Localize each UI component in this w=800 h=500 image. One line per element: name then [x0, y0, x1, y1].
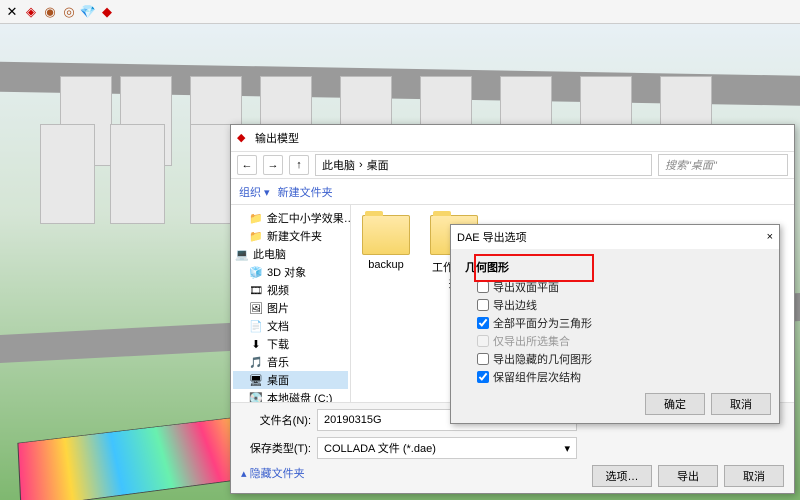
tree-label: 下载: [267, 336, 289, 352]
tree-item[interactable]: 📁 金汇中小学效果…: [233, 209, 348, 227]
export-button[interactable]: 导出: [658, 465, 718, 487]
tree-label: 桌面: [267, 372, 289, 388]
tree-item[interactable]: 🧊 3D 对象: [233, 263, 348, 281]
folder-icon: 🖼: [249, 301, 263, 315]
options-ok-button[interactable]: 确定: [645, 393, 705, 415]
tree-item[interactable]: 🎞 视频: [233, 281, 348, 299]
tree-label: 文档: [267, 318, 289, 334]
chevron-down-icon: ▾: [564, 442, 570, 455]
breadcrumb[interactable]: 此电脑 › 桌面: [315, 154, 652, 176]
tree-item[interactable]: 🖼 图片: [233, 299, 348, 317]
close-icon[interactable]: ×: [767, 231, 773, 243]
opt-edges[interactable]: 导出边线: [465, 296, 765, 314]
opt-preserve-hierarchy[interactable]: 保留组件层次结构: [465, 368, 765, 386]
options-titlebar: DAE 导出选项 ×: [451, 225, 779, 249]
nav-tree[interactable]: 📁 金汇中小学效果… 📁 新建文件夹 💻 此电脑 🧊 3D 对象 🎞 视频 🖼 图片 📄 文档 ⬇ 下载 🎵 音乐…: [231, 205, 351, 402]
folder-icon: 🧊: [249, 265, 263, 279]
tree-label: 音乐: [267, 354, 289, 370]
opt-hidden: 仅导出所选集合: [465, 332, 765, 350]
annotation-highlight: [474, 254, 594, 282]
folder-icon: ⬇: [249, 337, 263, 351]
tree-item[interactable]: 💽 本地磁盘 (C:): [233, 389, 348, 402]
new-folder-button[interactable]: 新建文件夹: [278, 184, 333, 200]
tree-label: 本地磁盘 (C:): [267, 390, 332, 402]
crumb-desktop[interactable]: 桌面: [367, 157, 389, 173]
tree-label: 视频: [267, 282, 289, 298]
chevron-right-icon: ›: [359, 159, 363, 171]
filetype-select[interactable]: COLLADA 文件 (*.dae)▾: [317, 437, 577, 459]
folder-icon: 🎵: [249, 355, 263, 369]
dialog-title: 输出模型: [255, 130, 299, 146]
folder-icon: 🎞: [249, 283, 263, 297]
folder-icon: [362, 215, 410, 255]
options-cancel-button[interactable]: 取消: [711, 393, 771, 415]
organize-menu[interactable]: 组织 ▾: [239, 184, 270, 200]
nav-fwd-button[interactable]: →: [263, 155, 283, 175]
tool-icon-6[interactable]: ◆: [99, 4, 115, 20]
building: [110, 124, 165, 224]
filename-label: 文件名(N):: [241, 412, 311, 428]
folder-item[interactable]: backup: [361, 215, 411, 271]
tree-label: 图片: [267, 300, 289, 316]
opt-triangulate[interactable]: 全部平面分为三角形: [465, 314, 765, 332]
folder-icon: 📁: [249, 229, 263, 243]
app-icon: ◆: [237, 131, 251, 145]
tool-icon-5[interactable]: 💎: [80, 4, 96, 20]
tool-icon-2[interactable]: ◈: [23, 4, 39, 20]
filetype-label: 保存类型(T):: [241, 440, 311, 456]
folder-icon: 💽: [249, 391, 263, 402]
tree-label: 金汇中小学效果…: [267, 210, 351, 226]
tree-item[interactable]: 💻 此电脑: [233, 245, 348, 263]
folder-label: backup: [361, 259, 411, 271]
nav-up-button[interactable]: ↑: [289, 155, 309, 175]
folder-icon: 📄: [249, 319, 263, 333]
building: [40, 124, 95, 224]
tool-icon-3[interactable]: ◉: [42, 4, 58, 20]
dialog-titlebar: ◆ 输出模型: [231, 125, 794, 151]
dialog-toolbar: 组织 ▾ 新建文件夹: [231, 179, 794, 205]
folder-icon: 🖥: [249, 373, 263, 387]
nav-back-button[interactable]: ←: [237, 155, 257, 175]
tree-label: 3D 对象: [267, 264, 306, 280]
tree-item[interactable]: ⬇ 下载: [233, 335, 348, 353]
tree-label: 此电脑: [253, 246, 286, 262]
folder-icon: 💻: [235, 247, 249, 261]
main-toolbar: ✕ ◈ ◉ ◎ 💎 ◆: [0, 0, 800, 24]
crumb-pc[interactable]: 此电脑: [322, 157, 355, 173]
folder-icon: 📁: [249, 211, 263, 225]
tool-icon-1[interactable]: ✕: [4, 4, 20, 20]
options-button[interactable]: 选项…: [592, 465, 652, 487]
tree-label: 新建文件夹: [267, 228, 322, 244]
tool-icon-4[interactable]: ◎: [61, 4, 77, 20]
tree-item[interactable]: 🖥 桌面: [233, 371, 348, 389]
options-title: DAE 导出选项: [457, 229, 527, 245]
tree-item[interactable]: 📄 文档: [233, 317, 348, 335]
tree-item[interactable]: 🎵 音乐: [233, 353, 348, 371]
opt-export-hidden-geom[interactable]: 导出隐藏的几何图形: [465, 350, 765, 368]
search-input[interactable]: 搜索"桌面": [658, 154, 788, 176]
cancel-button[interactable]: 取消: [724, 465, 784, 487]
dialog-nav: ← → ↑ 此电脑 › 桌面 搜索"桌面": [231, 151, 794, 179]
hide-folders-link[interactable]: ▴ 隐藏文件夹: [241, 465, 305, 487]
tree-item[interactable]: 📁 新建文件夹: [233, 227, 348, 245]
